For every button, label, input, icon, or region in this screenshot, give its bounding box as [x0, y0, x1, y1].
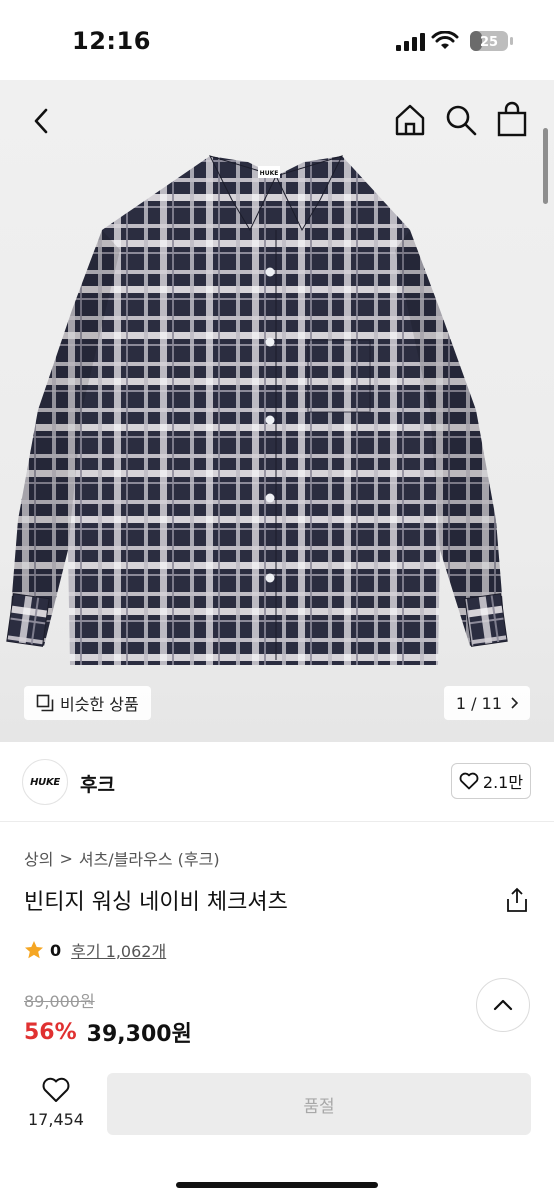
product-like-count: 17,454	[28, 1110, 84, 1129]
signal-icon	[396, 33, 425, 51]
brand-like-count: 2.1만	[482, 773, 524, 792]
chevron-up-icon	[493, 999, 513, 1011]
review-link[interactable]: 후기 1,062개	[71, 938, 166, 962]
breadcrumb-category[interactable]: 상의	[24, 846, 53, 870]
shopping-bag-icon	[497, 101, 527, 137]
chevron-left-icon	[34, 108, 48, 134]
product-title: 빈티지 워싱 네이비 체크셔츠	[24, 890, 288, 915]
shirt-image: HUKE	[6, 155, 508, 665]
battery-icon: 25	[470, 31, 513, 51]
status-bar: 12:16 25	[0, 0, 554, 80]
share-icon	[507, 887, 527, 912]
scrollbar[interactable]	[543, 128, 548, 204]
product-image[interactable]: HUKE	[0, 80, 554, 742]
soldout-button[interactable]: 품절	[107, 1073, 531, 1135]
original-price: 89,000원	[24, 992, 95, 1011]
star-icon	[25, 941, 43, 959]
scroll-top-button[interactable]	[476, 978, 530, 1032]
heart-icon	[459, 772, 479, 790]
search-button[interactable]	[443, 102, 479, 138]
image-counter[interactable]: 1 / 11	[443, 686, 530, 720]
cart-button[interactable]	[494, 100, 530, 138]
home-icon	[395, 104, 425, 136]
brand-name[interactable]: 후크	[80, 770, 115, 797]
status-time: 12:16	[72, 27, 151, 55]
price-row: 56% 39,300원	[24, 1016, 192, 1048]
rating-value: 0	[50, 940, 62, 960]
heart-icon	[42, 1077, 70, 1102]
similar-icon	[36, 694, 54, 712]
product-like-button[interactable]: 17,454	[24, 1076, 88, 1132]
similar-products-label: 비슷한 상품	[60, 695, 139, 714]
home-button[interactable]	[392, 102, 428, 138]
brand-like-button[interactable]: 2.1만	[451, 763, 531, 799]
discount-rate: 56%	[24, 1019, 77, 1045]
shirt-neck-label: HUKE	[260, 170, 279, 177]
brand-logo[interactable]: HUKE	[22, 759, 68, 805]
back-button[interactable]	[24, 104, 58, 138]
rating-row: 0 후기 1,062개	[24, 938, 166, 962]
battery-level: 25	[480, 35, 498, 50]
home-indicator[interactable]	[176, 1182, 378, 1188]
similar-products-button[interactable]: 비슷한 상품	[24, 686, 151, 720]
share-button[interactable]	[504, 886, 530, 914]
breadcrumb-separator: >	[59, 848, 73, 868]
breadcrumb-subcategory[interactable]: 셔츠/블라우스 (후크)	[79, 846, 220, 870]
wifi-icon	[431, 31, 459, 49]
breadcrumb: 상의 > 셔츠/블라우스 (후크)	[24, 846, 220, 870]
sale-price: 39,300원	[86, 1022, 192, 1047]
chevron-right-icon	[511, 697, 518, 709]
image-counter-text: 1 / 11	[455, 693, 502, 713]
brand-row: HUKE 후크 2.1만	[0, 742, 554, 822]
search-icon	[446, 105, 477, 136]
